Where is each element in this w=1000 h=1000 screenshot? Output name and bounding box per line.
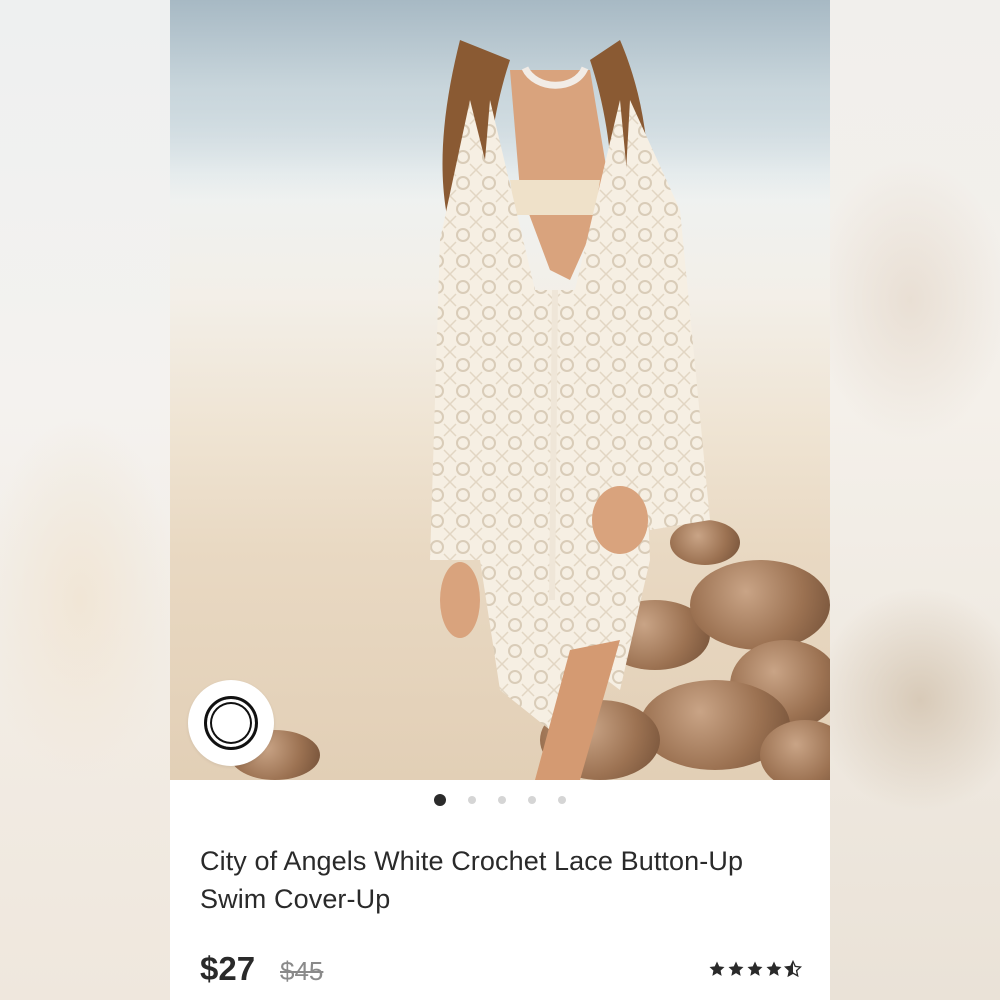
carousel-indicators xyxy=(170,794,830,806)
circle-ring-icon xyxy=(204,696,258,750)
carousel-dot-1[interactable] xyxy=(434,794,446,806)
rating-stars[interactable] xyxy=(708,960,802,978)
star-icon xyxy=(709,961,725,976)
original-price: $45 xyxy=(280,956,324,986)
star-icon xyxy=(747,961,763,976)
blurred-background-right xyxy=(830,0,1000,1000)
star-icon xyxy=(766,961,782,976)
blurred-background-left xyxy=(0,0,170,1000)
half-star-icon xyxy=(784,960,802,978)
product-card: City of Angels White Crochet Lace Button… xyxy=(170,0,830,1000)
product-title: City of Angels White Crochet Lace Button… xyxy=(200,846,744,914)
star-icon xyxy=(728,961,744,976)
product-image[interactable] xyxy=(170,0,830,780)
carousel-dot-4[interactable] xyxy=(528,796,536,804)
shop-circle-button[interactable] xyxy=(188,680,274,766)
carousel-dot-3[interactable] xyxy=(498,796,506,804)
model-figure xyxy=(430,40,710,780)
carousel-dot-5[interactable] xyxy=(558,796,566,804)
carousel-dot-2[interactable] xyxy=(468,796,476,804)
product-price: $27 xyxy=(200,950,256,987)
